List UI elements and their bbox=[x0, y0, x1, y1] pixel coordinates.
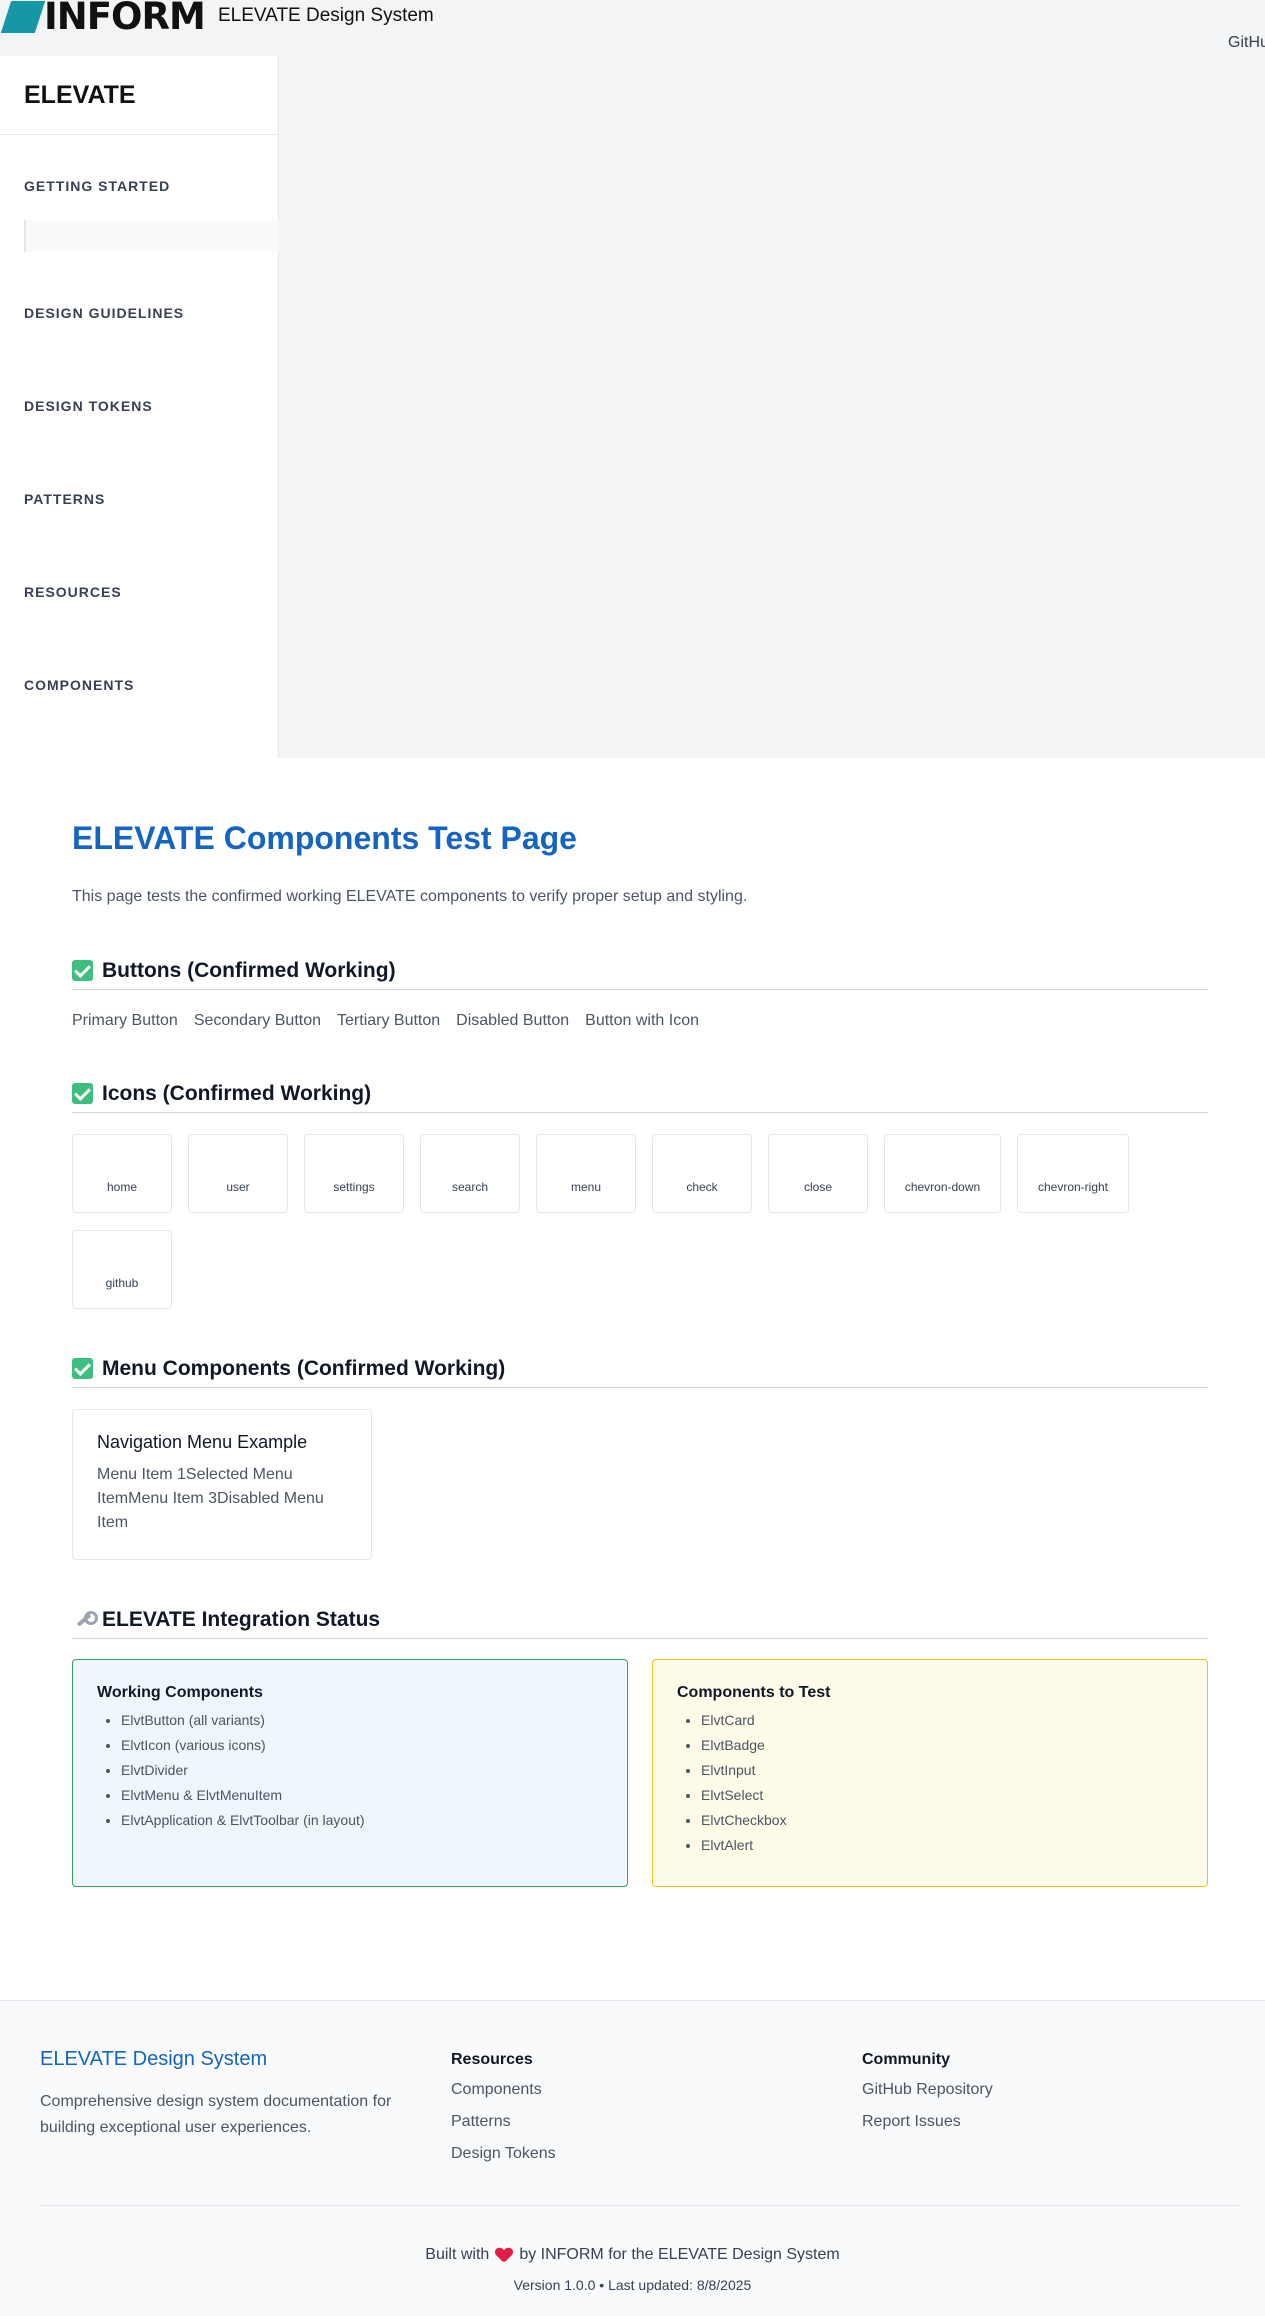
footer-resources-title: Resources bbox=[451, 2051, 533, 2068]
list-item: ElvtDivider bbox=[121, 1758, 603, 1783]
sidebar-brand[interactable]: ELEVATE bbox=[0, 56, 278, 135]
menu-section-header: Menu Components (Confirmed Working) bbox=[72, 1350, 1208, 1388]
built-prefix: Built with bbox=[425, 2246, 490, 2263]
menu-items[interactable]: Menu Item 1Selected Menu ItemMenu Item 3… bbox=[97, 1463, 347, 1535]
list-item: ElvtMenu & ElvtMenuItem bbox=[121, 1783, 603, 1808]
list-item: ElvtCheckbox bbox=[701, 1808, 1183, 1833]
icon-label: user bbox=[226, 1180, 250, 1194]
footer-link-github-repository[interactable]: GitHub Repository bbox=[862, 2081, 993, 2099]
footer-link-report-issues[interactable]: Report Issues bbox=[862, 2113, 961, 2131]
footer-version: Version 1.0.0 • Last updated: 8/8/2025 bbox=[513, 2277, 752, 2293]
status-section-header: ELEVATE Integration Status bbox=[72, 1601, 1208, 1639]
footer-brand: ELEVATE Design System bbox=[40, 2048, 268, 2070]
sidebar-item-active[interactable] bbox=[24, 220, 279, 252]
sidebar: ELEVATE GETTING STARTED DESIGN GUIDELINE… bbox=[0, 56, 279, 758]
menu-card-title: Navigation Menu Example bbox=[97, 1432, 308, 1452]
icon-label: github bbox=[105, 1276, 139, 1290]
status-section-title: ELEVATE Integration Status bbox=[102, 1607, 381, 1631]
icon-tile-close: close bbox=[768, 1134, 868, 1213]
sidebar-section-design-guidelines[interactable]: DESIGN GUIDELINES bbox=[24, 305, 184, 321]
page-title: ELEVATE Components Test Page bbox=[72, 820, 577, 856]
list-item: ElvtApplication & ElvtToolbar (in layout… bbox=[121, 1808, 603, 1833]
list-item: ElvtButton (all variants) bbox=[121, 1708, 603, 1733]
sidebar-section-components[interactable]: COMPONENTS bbox=[24, 677, 134, 693]
app-toolbar: INFORM ELEVATE Design System GitHub bbox=[0, 0, 1265, 56]
footer-link-design-tokens[interactable]: Design Tokens bbox=[451, 2145, 556, 2163]
sidebar-section-getting-started[interactable]: GETTING STARTED bbox=[24, 178, 170, 194]
buttons-section-title: Buttons (Confirmed Working) bbox=[102, 958, 396, 982]
github-link[interactable]: GitHub bbox=[1228, 34, 1265, 52]
icon-label: check bbox=[686, 1180, 718, 1194]
icon-tile-search: search bbox=[420, 1134, 520, 1213]
buttons-row: Primary Button Secondary Button Tertiary… bbox=[72, 1012, 699, 1030]
list-item: ElvtIcon (various icons) bbox=[121, 1733, 603, 1758]
icon-tile-github: github bbox=[72, 1230, 172, 1309]
icon-tile-chevron-right: chevron-right bbox=[1017, 1134, 1129, 1213]
icon-tile-check: check bbox=[652, 1134, 752, 1213]
working-components-box: Working Components ElvtButton (all varia… bbox=[72, 1659, 628, 1887]
list-item: ElvtBadge bbox=[701, 1733, 1183, 1758]
icon-label: chevron-right bbox=[1037, 1180, 1109, 1194]
wrench-icon bbox=[72, 1609, 98, 1630]
icon-tile-menu: menu bbox=[536, 1134, 636, 1213]
icon-label: menu bbox=[570, 1180, 602, 1194]
footer-built-with: Built with by INFORM for the ELEVATE Des… bbox=[0, 2246, 1265, 2264]
page-intro: This page tests the confirmed working EL… bbox=[72, 888, 748, 905]
components-to-test-title: Components to Test bbox=[677, 1684, 831, 1701]
icons-section-title: Icons (Confirmed Working) bbox=[102, 1081, 372, 1105]
footer-link-components[interactable]: Components bbox=[451, 2081, 542, 2099]
list-item: ElvtAlert bbox=[701, 1833, 1183, 1858]
sidebar-section-patterns[interactable]: PATTERNS bbox=[24, 491, 105, 507]
footer-divider bbox=[40, 2205, 1240, 2206]
icons-section-header: Icons (Confirmed Working) bbox=[72, 1075, 1208, 1113]
list-item: ElvtSelect bbox=[701, 1783, 1183, 1808]
footer-link-patterns[interactable]: Patterns bbox=[451, 2113, 511, 2131]
list-item: ElvtCard bbox=[701, 1708, 1183, 1733]
icon-tile-settings: settings bbox=[304, 1134, 404, 1213]
icon-tile-home: home bbox=[72, 1134, 172, 1213]
heart-icon bbox=[496, 2248, 512, 2263]
icon-label: settings bbox=[333, 1180, 375, 1194]
list-item: ElvtInput bbox=[701, 1758, 1183, 1783]
icon-label: chevron-down bbox=[904, 1180, 981, 1194]
footer: ELEVATE Design System Comprehensive desi… bbox=[0, 2000, 1265, 2316]
icon-tile-chevron-down: chevron-down bbox=[884, 1134, 1001, 1213]
navigation-menu-card: Navigation Menu Example Menu Item 1Selec… bbox=[72, 1409, 372, 1560]
check-box-icon bbox=[72, 1083, 93, 1104]
icon-label: close bbox=[803, 1180, 832, 1194]
components-to-test-box: Components to Test ElvtCard ElvtBadge El… bbox=[652, 1659, 1208, 1887]
icon-tile-user: user bbox=[188, 1134, 288, 1213]
primary-button[interactable]: Primary Button bbox=[72, 1012, 178, 1030]
check-box-icon bbox=[72, 960, 93, 981]
footer-description: Comprehensive design system documentatio… bbox=[40, 2093, 392, 2136]
inform-logo[interactable]: INFORM bbox=[0, 0, 206, 38]
buttons-section-header: Buttons (Confirmed Working) bbox=[72, 952, 1208, 990]
secondary-button[interactable]: Secondary Button bbox=[194, 1012, 321, 1030]
icon-label: home bbox=[106, 1180, 138, 1194]
sidebar-section-design-tokens[interactable]: DESIGN TOKENS bbox=[24, 398, 153, 414]
footer-community-title: Community bbox=[862, 2051, 950, 2068]
tertiary-button[interactable]: Tertiary Button bbox=[337, 1012, 440, 1030]
logo-text: INFORM bbox=[44, 0, 206, 38]
button-with-icon[interactable]: Button with Icon bbox=[585, 1012, 699, 1030]
working-components-title: Working Components bbox=[97, 1684, 263, 1701]
sidebar-section-resources[interactable]: RESOURCES bbox=[24, 584, 122, 600]
built-suffix: by INFORM for the ELEVATE Design System bbox=[519, 2246, 840, 2263]
app-title: ELEVATE Design System bbox=[218, 5, 434, 26]
logo-mark-icon bbox=[0, 0, 46, 33]
disabled-button: Disabled Button bbox=[456, 1012, 570, 1029]
check-box-icon bbox=[72, 1358, 93, 1379]
menu-section-title: Menu Components (Confirmed Working) bbox=[102, 1356, 506, 1380]
icon-label: search bbox=[451, 1180, 489, 1194]
